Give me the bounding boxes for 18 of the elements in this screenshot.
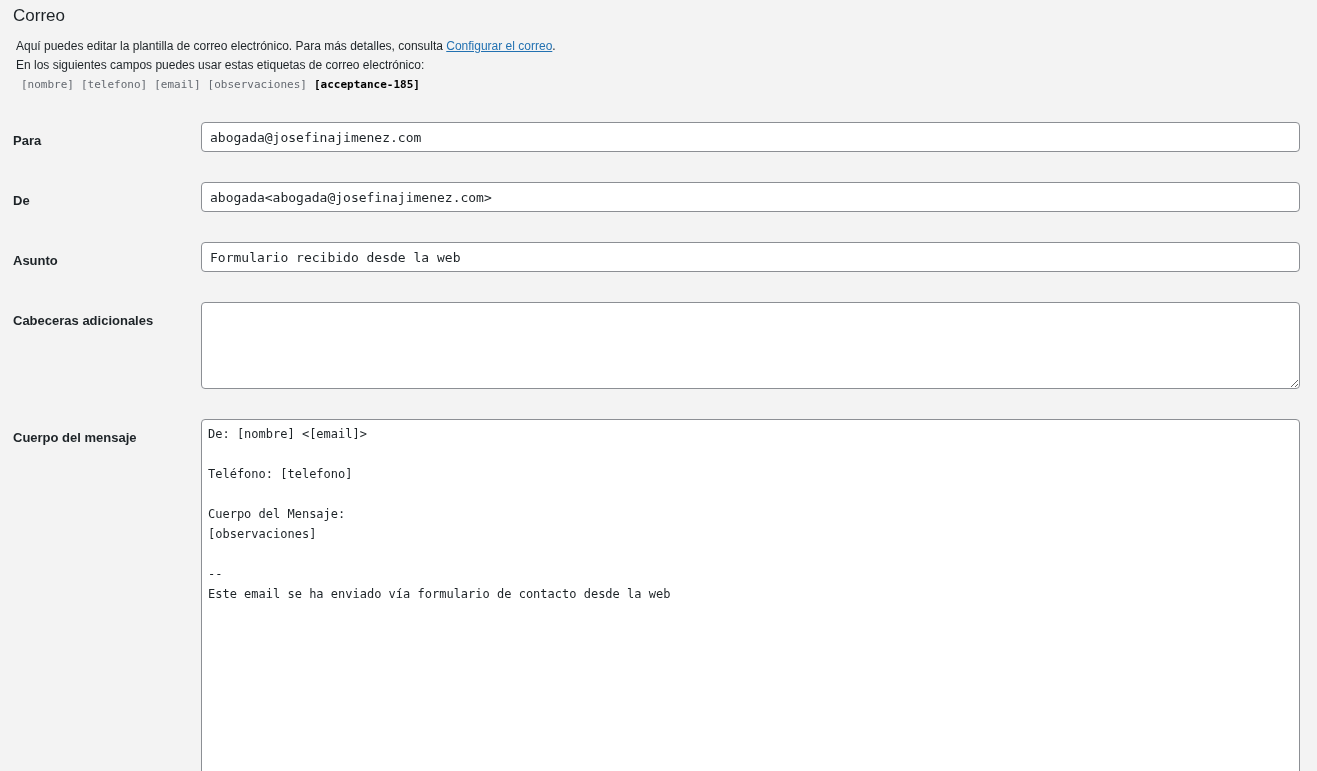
field-label: Cabeceras adicionales [13,313,154,328]
field-label: Cuerpo del mensaje [13,430,137,445]
intro-text: Aquí puedes editar la plantilla de correo electrónico. Para más detalles, consulta Configurar el correo. [16,38,556,55]
text-area[interactable] [201,302,1300,389]
section-title: Correo [13,5,65,27]
field-label: De [13,193,30,208]
text-field[interactable]: abogada<abogada@josefinajimenez.com> [201,182,1300,212]
tags-intro-text: En los siguientes campos puedes usar estas etiquetas de correo electrónico: [16,57,425,74]
text-field[interactable]: Formulario recibido desde la web [201,242,1300,272]
mail-tag: [nombre] [21,75,74,94]
mail-tag: [acceptance-185] [313,75,420,94]
mail-tag: [telefono] [81,75,148,94]
field-label: Asunto [13,253,58,268]
field-label: Para [13,133,42,148]
text-field[interactable]: abogada@josefinajimenez.com [201,122,1300,152]
text-area[interactable]: De: [nombre] <[email]> Teléfono: [telefono] Cuerpo del Mensaje: [observaciones] -- Este email se ha enviado vía formulario de contacto desde la web [201,419,1300,771]
mail-tag: [email] [154,75,201,94]
mail-tag: [observaciones] [207,75,307,94]
